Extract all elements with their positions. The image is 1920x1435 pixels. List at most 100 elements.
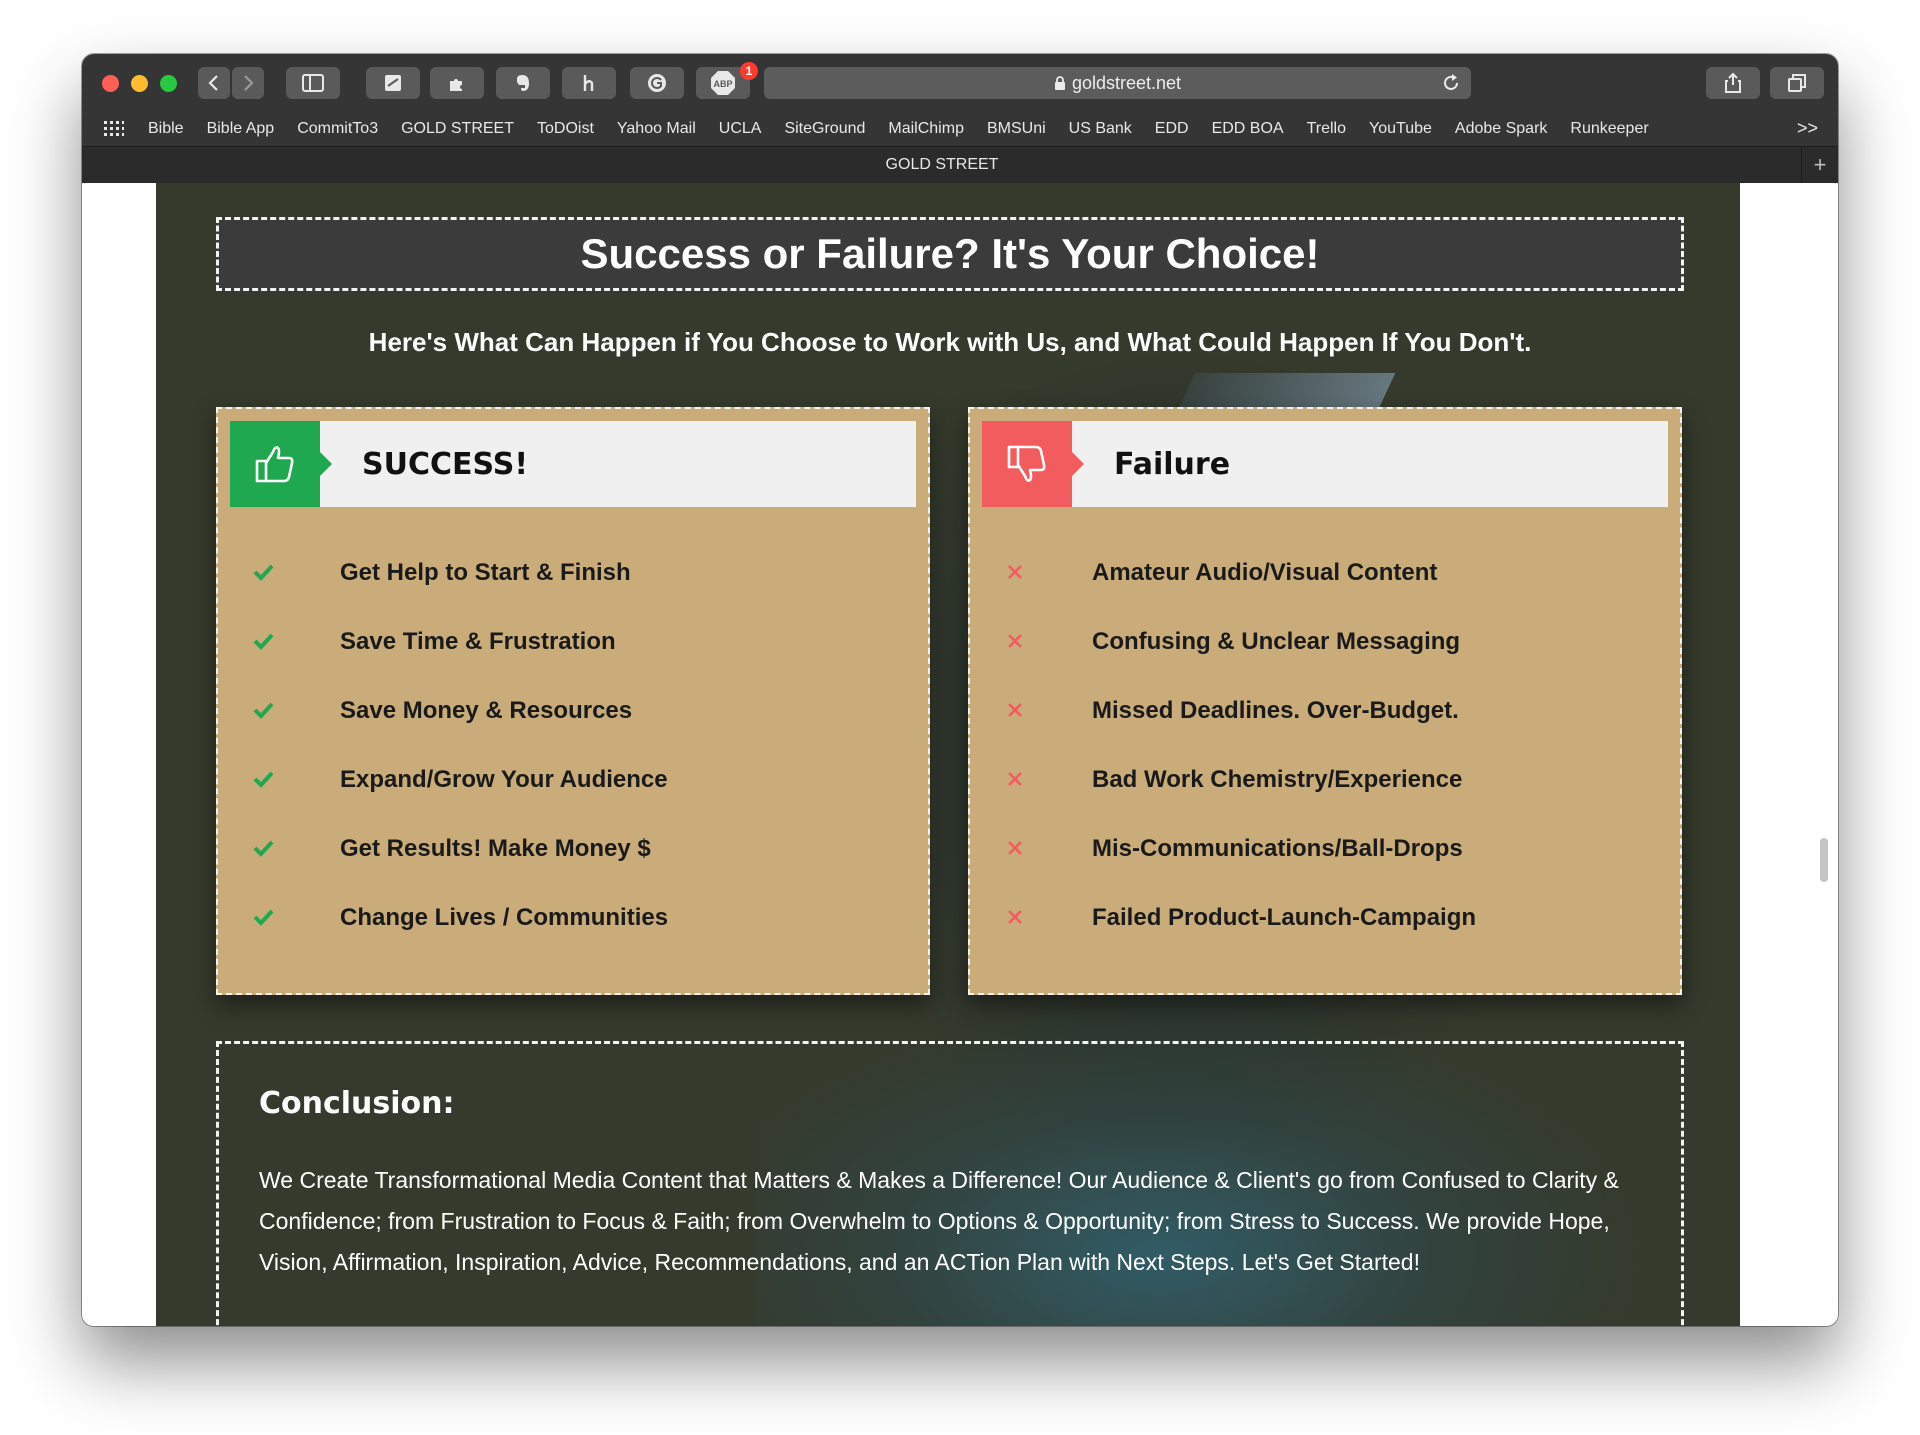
check-icon [253, 702, 274, 719]
evernote-extension-button[interactable] [496, 67, 550, 99]
bookmark-siteground[interactable]: SiteGround [784, 120, 865, 138]
puzzle-extension-button[interactable] [430, 67, 484, 99]
check-icon [253, 909, 274, 926]
success-item-text: Save Money & Resources [340, 697, 633, 724]
bookmark-list: Bible Bible App CommitTo3 GOLD STREET To… [148, 112, 1672, 146]
conclusion-title: Conclusion: [259, 1086, 455, 1121]
tab-gold-street[interactable]: GOLD STREET [82, 147, 1802, 183]
failure-item-text: Mis-Communications/Ball-Drops [1092, 835, 1463, 862]
page-scrollbar[interactable] [1820, 838, 1828, 882]
x-mark-icon [1008, 703, 1022, 717]
list-item: Save Time & Frustration [252, 628, 616, 697]
elephant-icon [517, 75, 529, 91]
bookmarks-bar: Bible Bible App CommitTo3 GOLD STREET To… [82, 112, 1838, 146]
check-icon [253, 564, 274, 581]
failure-item-text: Bad Work Chemistry/Experience [1092, 766, 1463, 793]
share-button[interactable] [1706, 67, 1760, 99]
list-item: Change Lives / Communities [252, 904, 668, 973]
honey-extension-button[interactable] [562, 67, 616, 99]
bookmark-adobe-spark[interactable]: Adobe Spark [1455, 120, 1548, 138]
sidebar-toggle-button[interactable] [286, 67, 340, 99]
zoom-window-button[interactable] [160, 75, 177, 92]
x-mark-icon [1008, 841, 1022, 855]
chevron-right-icon [244, 75, 254, 91]
bookmark-mailchimp[interactable]: MailChimp [888, 120, 964, 138]
bookmark-todoist[interactable]: ToDOist [537, 120, 594, 138]
bookmark-edd-boa[interactable]: EDD BOA [1212, 120, 1284, 138]
bookmark-gold-street[interactable]: GOLD STREET [401, 120, 514, 138]
success-item-text: Get Help to Start & Finish [340, 559, 631, 586]
list-item: Confusing & Unclear Messaging [1004, 628, 1460, 697]
bookmark-bible[interactable]: Bible [148, 120, 184, 138]
success-card: SUCCESS! Get Help to Start & Finish Save… [216, 407, 930, 995]
notepad-icon [385, 75, 401, 91]
failure-item-text: Confusing & Unclear Messaging [1092, 628, 1461, 655]
tab-bar: GOLD STREET + [82, 146, 1838, 184]
bookmark-bmsuni[interactable]: BMSUni [987, 120, 1046, 138]
grammarly-g-icon [648, 74, 666, 92]
new-tab-plus-icon[interactable]: + [1801, 147, 1838, 183]
list-item: Expand/Grow Your Audience [252, 766, 668, 835]
success-item-text: Get Results! Make Money $ [340, 835, 651, 862]
success-title: SUCCESS! [362, 446, 529, 482]
puzzle-icon [450, 79, 462, 91]
notification-badge: 1 [740, 62, 758, 80]
list-item: Failed Product-Launch-Campaign [1004, 904, 1476, 973]
conclusion-body: We Create Transformational Media Content… [259, 1167, 1619, 1275]
list-item: Amateur Audio/Visual Content [1004, 559, 1437, 628]
success-item-text: Expand/Grow Your Audience [340, 766, 668, 793]
honey-h-icon [583, 75, 594, 91]
notes-extension-button[interactable] [366, 67, 420, 99]
success-item-text: Save Time & Frustration [340, 628, 616, 655]
bookmark-yahoo-mail[interactable]: Yahoo Mail [617, 120, 696, 138]
check-icon [253, 771, 274, 788]
address-bar[interactable]: goldstreet.net [764, 67, 1471, 99]
x-mark-icon [1008, 634, 1022, 648]
forward-button[interactable] [232, 67, 264, 99]
success-list: Get Help to Start & Finish Save Time & F… [252, 559, 668, 973]
failure-list: Amateur Audio/Visual Content Confusing &… [1004, 559, 1476, 973]
list-item: Save Money & Resources [252, 697, 632, 766]
url-text: goldstreet.net [1071, 72, 1182, 93]
failure-item-text: Amateur Audio/Visual Content [1092, 559, 1438, 586]
bookmark-committo3[interactable]: CommitTo3 [297, 120, 378, 138]
failure-card-header: Failure [982, 421, 1668, 507]
page-title: Success or Failure? It's Your Choice! [580, 230, 1320, 277]
adblock-stop-icon: ABP [711, 71, 735, 95]
svg-text:ABP: ABP [713, 79, 732, 89]
failure-card: Failure Amateur Audio/Visual Content Con… [968, 407, 1682, 995]
bookmark-runkeeper[interactable]: Runkeeper [1570, 120, 1648, 138]
list-item: Missed Deadlines. Over-Budget. [1004, 697, 1459, 766]
conclusion-box: Conclusion: We Create Transformational M… [216, 1041, 1684, 1326]
minimize-window-button[interactable] [131, 75, 148, 92]
list-item: Bad Work Chemistry/Experience [1004, 766, 1462, 835]
failure-item-text: Missed Deadlines. Over-Budget. [1092, 697, 1459, 724]
bookmark-youtube[interactable]: YouTube [1369, 120, 1432, 138]
failure-title: Failure [1114, 446, 1231, 482]
sidebar-icon [302, 74, 324, 92]
bookmarks-overflow-button[interactable]: >> [1797, 118, 1818, 139]
success-card-header: SUCCESS! [230, 421, 916, 507]
chevron-left-icon [208, 75, 218, 91]
show-tabs-button[interactable] [1770, 67, 1824, 99]
bookmark-trello[interactable]: Trello [1307, 120, 1346, 138]
page-title-box: Success or Failure? It's Your Choice! [216, 217, 1684, 291]
list-item: Get Results! Make Money $ [252, 835, 651, 904]
grammarly-extension-button[interactable] [630, 67, 684, 99]
bookmark-bible-app[interactable]: Bible App [207, 120, 275, 138]
success-item-text: Change Lives / Communities [340, 904, 669, 931]
bookmark-ucla[interactable]: UCLA [719, 120, 762, 138]
check-icon [253, 840, 274, 857]
bookmark-edd[interactable]: EDD [1155, 120, 1189, 138]
close-window-button[interactable] [102, 75, 119, 92]
list-item: Get Help to Start & Finish [252, 559, 631, 628]
thumbs-up-icon [230, 421, 332, 507]
lock-icon [1054, 75, 1066, 91]
reload-icon[interactable] [1441, 73, 1461, 98]
check-icon [253, 633, 274, 650]
grid-icon[interactable] [104, 121, 124, 142]
tabs-overview-icon [1788, 74, 1806, 92]
bookmark-us-bank[interactable]: US Bank [1069, 120, 1132, 138]
back-button[interactable] [198, 67, 230, 99]
page-subtitle: Here's What Can Happen if You Choose to … [368, 327, 1532, 357]
